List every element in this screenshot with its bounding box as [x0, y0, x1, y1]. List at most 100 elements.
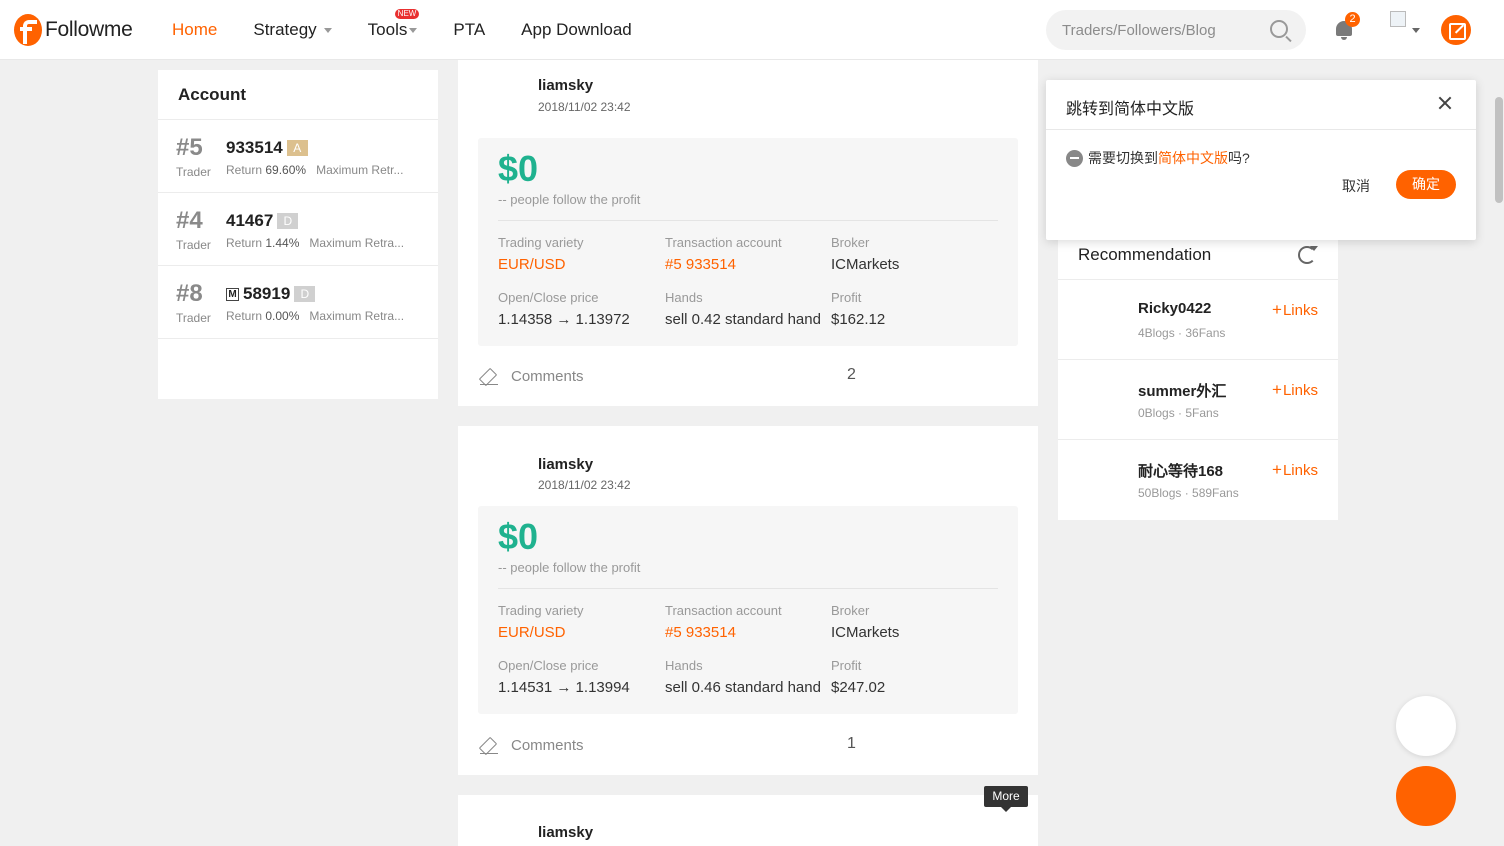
- field-value: #5 933514: [665, 624, 736, 641]
- top-nav: Followme Home Strategy Tools NEW PTA App …: [0, 0, 1504, 60]
- follow-link-label: Links: [1282, 302, 1318, 319]
- return-value: 1.44%: [265, 236, 300, 250]
- recommended-user-meta: 4Blogs · 36Fans: [1138, 326, 1226, 340]
- comment-count[interactable]: 1: [847, 735, 856, 753]
- divider: [498, 588, 998, 589]
- open-close-price: Open/Close price 1.14531 → 1.13994: [498, 658, 630, 696]
- comments-label: Comments: [511, 736, 584, 754]
- search-box: [1046, 10, 1306, 50]
- chevron-down-icon[interactable]: [1412, 28, 1420, 33]
- follow-link-button[interactable]: +Links: [1272, 460, 1318, 480]
- account-number: 933514 A: [226, 138, 308, 158]
- return-value: 0.00%: [265, 309, 300, 323]
- field-value: ICMarkets: [831, 624, 900, 641]
- nav-strategy-label: Strategy: [253, 20, 317, 39]
- bell-clapper: [1341, 37, 1347, 40]
- post-author[interactable]: liamsky: [538, 824, 593, 841]
- scrollbar[interactable]: [1494, 60, 1504, 846]
- post-date: 2018/11/02 23:42: [538, 100, 631, 114]
- follow-link-label: Links: [1282, 462, 1318, 479]
- follow-link-label: Links: [1282, 382, 1318, 399]
- trade-summary[interactable]: $0 -- people follow the profit Trading v…: [478, 506, 1018, 714]
- trading-variety: Trading variety EUR/USD: [498, 235, 584, 273]
- logo[interactable]: Followme: [14, 14, 133, 46]
- field-value: $162.12: [831, 311, 886, 328]
- notification-button[interactable]: 2: [1333, 12, 1360, 41]
- open-close-price: Open/Close price 1.14358 → 1.13972: [498, 290, 630, 328]
- close-icon[interactable]: [1438, 96, 1452, 110]
- grade-badge: A: [286, 140, 308, 156]
- scrollbar-thumb[interactable]: [1495, 97, 1503, 203]
- avatar[interactable]: [1390, 11, 1406, 27]
- post-card: liamsky 2018/11/02 23:42 $0 -- people fo…: [458, 426, 1038, 775]
- account-rank: #4: [176, 207, 203, 234]
- trade-summary[interactable]: $0 -- people follow the profit Trading v…: [478, 138, 1018, 346]
- search-icon[interactable]: [1270, 20, 1288, 38]
- account-stats: Return 1.44% Maximum Retra...: [226, 236, 404, 250]
- nav-app-download[interactable]: App Download: [521, 20, 632, 40]
- field-value: 1.14358 → 1.13972: [498, 311, 630, 328]
- broker: Broker ICMarkets: [831, 603, 899, 641]
- nav-app-download-label: App Download: [521, 20, 632, 39]
- recommended-user-name[interactable]: summer外汇: [1138, 380, 1226, 401]
- field-value: sell 0.46 standard hand: [665, 679, 821, 696]
- confirm-button[interactable]: 确定: [1396, 170, 1456, 199]
- field-value: $247.02: [831, 679, 886, 696]
- new-badge: NEW: [394, 9, 420, 19]
- write-icon[interactable]: [1441, 15, 1471, 45]
- field-label: Transaction account: [665, 235, 782, 250]
- refresh-icon[interactable]: [1298, 246, 1318, 264]
- follow-link-button[interactable]: +Links: [1272, 380, 1318, 400]
- comments-button[interactable]: Comments: [480, 367, 584, 385]
- info-icon: [1066, 149, 1083, 167]
- nav-home[interactable]: Home: [172, 20, 217, 40]
- dialog-message-highlight: 简体中文版: [1158, 150, 1228, 166]
- account-role: Trader: [176, 165, 211, 179]
- field-label: Open/Close price: [498, 290, 599, 305]
- account-panel: Account #5 933514 A Trader Return 69.60% …: [158, 70, 438, 399]
- account-row[interactable]: #5 933514 A Trader Return 69.60% Maximum …: [158, 120, 438, 193]
- field-label: Profit: [831, 290, 862, 305]
- grade-badge: D: [277, 213, 299, 229]
- field-label: Open/Close price: [498, 658, 599, 673]
- transaction-account: Transaction account #5 933514: [665, 603, 782, 641]
- return-value: 69.60%: [265, 163, 307, 177]
- list-item[interactable]: 耐心等待168 50Blogs · 589Fans +Links: [1058, 440, 1338, 520]
- follow-profit-caption: -- people follow the profit: [498, 192, 641, 207]
- edit-icon: [480, 736, 498, 754]
- chevron-down-icon: [323, 27, 332, 33]
- account-row[interactable]: #4 41467 D Trader Return 1.44% Maximum Re…: [158, 193, 438, 266]
- floating-action-button[interactable]: [1396, 766, 1456, 826]
- nav-tools[interactable]: Tools NEW: [368, 9, 420, 40]
- divider: [498, 220, 998, 221]
- account-stats: Return 69.60% Maximum Retr...: [226, 163, 403, 177]
- post-card: liamsky: [458, 795, 1038, 846]
- post-author[interactable]: liamsky: [538, 77, 593, 94]
- field-label: Broker: [831, 603, 870, 618]
- search-input[interactable]: [1062, 21, 1262, 39]
- recommended-user-name[interactable]: Ricky0422: [1138, 300, 1211, 317]
- max-retracement-label: Maximum Retra...: [309, 309, 405, 323]
- comment-count[interactable]: 2: [847, 366, 856, 384]
- list-item[interactable]: summer外汇 0Blogs · 5Fans +Links: [1058, 360, 1338, 440]
- account-rank: #8: [176, 280, 203, 307]
- field-value: ICMarkets: [831, 256, 900, 273]
- follow-profit: $0: [498, 516, 539, 557]
- edit-icon: [480, 367, 498, 385]
- nav-pta[interactable]: PTA: [453, 20, 485, 40]
- comments-button[interactable]: Comments: [480, 736, 584, 754]
- hands: Hands sell 0.46 standard hand: [665, 658, 821, 696]
- follow-link-button[interactable]: +Links: [1272, 300, 1318, 320]
- post-author[interactable]: liamsky: [538, 456, 593, 473]
- recommended-user-name[interactable]: 耐心等待168: [1138, 460, 1223, 481]
- notification-badge: 2: [1345, 12, 1360, 27]
- account-row[interactable]: #8 M 58919 D Trader Return 0.00% Maximum R…: [158, 266, 438, 339]
- account-role: Trader: [176, 311, 211, 325]
- hands: Hands sell 0.42 standard hand: [665, 290, 821, 328]
- nav-strategy[interactable]: Strategy: [253, 20, 332, 40]
- floating-button[interactable]: [1396, 696, 1456, 756]
- field-value: 1.14531 → 1.13994: [498, 679, 630, 696]
- list-item[interactable]: Ricky0422 4Blogs · 36Fans +Links: [1058, 280, 1338, 360]
- profit: Profit $162.12: [831, 290, 885, 328]
- cancel-button[interactable]: 取消: [1342, 176, 1370, 196]
